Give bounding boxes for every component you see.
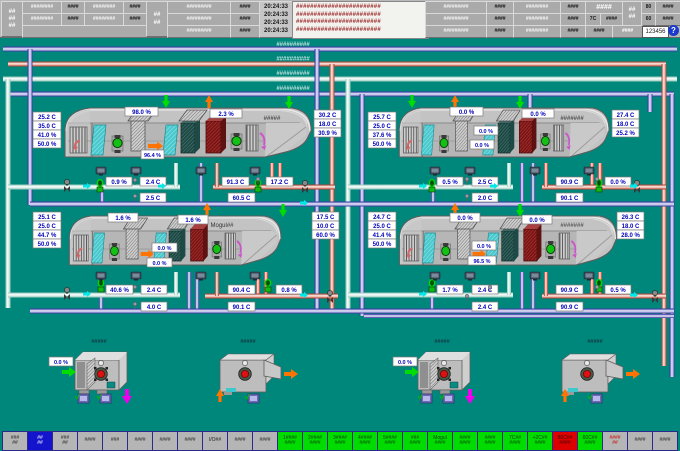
svg-text:1.6 %: 1.6 % bbox=[115, 216, 131, 222]
svg-text:41.0 %: 41.0 % bbox=[38, 133, 57, 139]
svg-text:0.0 %: 0.0 % bbox=[398, 360, 412, 366]
svg-text:0.5 %: 0.5 % bbox=[610, 288, 626, 294]
svg-text:0.0 %: 0.0 % bbox=[610, 180, 626, 186]
svg-text:0.0 %: 0.0 % bbox=[54, 360, 68, 366]
svg-text:18.0 C: 18.0 C bbox=[319, 122, 337, 128]
svg-text:Mogul##: Mogul## bbox=[210, 223, 234, 229]
svg-text:##########: ########## bbox=[276, 71, 310, 77]
svg-text:0.0 %: 0.0 % bbox=[152, 261, 166, 267]
svg-text:17.2 C: 17.2 C bbox=[271, 180, 289, 186]
svg-text:41.4 %: 41.4 % bbox=[373, 233, 392, 239]
svg-text:0.9 %: 0.9 % bbox=[111, 180, 127, 186]
svg-text:28.0 %: 28.0 % bbox=[621, 233, 640, 239]
svg-text:#####: ##### bbox=[264, 116, 281, 122]
svg-text:0.0 %: 0.0 % bbox=[529, 218, 545, 224]
svg-text:##########: ########## bbox=[276, 42, 310, 48]
svg-text:#######: ####### bbox=[560, 223, 584, 229]
svg-text:44.7 %: 44.7 % bbox=[38, 233, 57, 239]
svg-text:#####: ##### bbox=[434, 339, 450, 345]
svg-text:2.0 C: 2.0 C bbox=[478, 196, 493, 202]
svg-text:25.0 C: 25.0 C bbox=[373, 224, 391, 230]
svg-text:30.9 %: 30.9 % bbox=[318, 131, 337, 137]
svg-text:90.1 C: 90.1 C bbox=[233, 305, 251, 311]
svg-text:#####: ##### bbox=[240, 339, 256, 345]
svg-text:90.9 C: 90.9 C bbox=[561, 305, 579, 311]
svg-text:90.9 C: 90.9 C bbox=[561, 288, 579, 294]
svg-text:0.0 %: 0.0 % bbox=[477, 244, 491, 250]
svg-text:1.7 %: 1.7 % bbox=[442, 288, 458, 294]
svg-text:50.0 %: 50.0 % bbox=[38, 142, 57, 148]
svg-text:2.4 C: 2.4 C bbox=[147, 288, 162, 294]
svg-text:25.0 C: 25.0 C bbox=[38, 224, 56, 230]
svg-text:##########: ########## bbox=[276, 86, 310, 92]
svg-text:60.5 C: 60.5 C bbox=[233, 196, 251, 202]
svg-text:#####: ##### bbox=[587, 339, 603, 345]
svg-text:4.0 C: 4.0 C bbox=[147, 305, 162, 311]
svg-text:2.5 C: 2.5 C bbox=[146, 196, 161, 202]
svg-text:#####: ##### bbox=[91, 339, 107, 345]
svg-text:2.3 %: 2.3 % bbox=[218, 112, 234, 118]
svg-text:0.5 %: 0.5 % bbox=[442, 180, 458, 186]
svg-text:60.0 %: 60.0 % bbox=[316, 233, 335, 239]
svg-text:35.0 C: 35.0 C bbox=[38, 124, 56, 130]
svg-text:25.1 C: 25.1 C bbox=[38, 215, 56, 221]
svg-text:30.2 C: 30.2 C bbox=[319, 113, 337, 119]
svg-text:90.9 C: 90.9 C bbox=[561, 180, 579, 186]
svg-text:0.0 %: 0.0 % bbox=[530, 112, 546, 118]
svg-text:18.0 C: 18.0 C bbox=[617, 122, 635, 128]
svg-text:25.0 C: 25.0 C bbox=[373, 124, 391, 130]
svg-text:24.7 C: 24.7 C bbox=[373, 215, 391, 221]
svg-text:0.0 %: 0.0 % bbox=[475, 143, 489, 149]
svg-text:0.8 %: 0.8 % bbox=[281, 288, 297, 294]
svg-text:50.0 %: 50.0 % bbox=[373, 142, 392, 148]
svg-text:25.2 %: 25.2 % bbox=[616, 131, 635, 137]
svg-text:96.4 %: 96.4 % bbox=[144, 153, 161, 159]
svg-text:25.7 C: 25.7 C bbox=[373, 115, 391, 121]
svg-text:96.5 %: 96.5 % bbox=[473, 259, 490, 265]
svg-text:0.0 %: 0.0 % bbox=[479, 129, 493, 135]
svg-text:50.0 %: 50.0 % bbox=[38, 242, 57, 248]
svg-text:0.0 %: 0.0 % bbox=[457, 216, 473, 222]
svg-text:2.4 C: 2.4 C bbox=[478, 305, 493, 311]
svg-text:26.3 C: 26.3 C bbox=[622, 215, 640, 221]
svg-text:90.4 C: 90.4 C bbox=[233, 288, 251, 294]
svg-text:17.5 C: 17.5 C bbox=[317, 215, 335, 221]
svg-text:0.0 %: 0.0 % bbox=[157, 246, 171, 252]
svg-text:27.4 C: 27.4 C bbox=[617, 113, 635, 119]
svg-text:91.3 C: 91.3 C bbox=[227, 180, 245, 186]
svg-text:##########: ########## bbox=[276, 57, 310, 63]
svg-text:40.6 %: 40.6 % bbox=[110, 288, 129, 294]
svg-text:#######: ####### bbox=[560, 116, 584, 122]
svg-text:37.6 %: 37.6 % bbox=[373, 133, 392, 139]
svg-text:98.0 %: 98.0 % bbox=[132, 110, 151, 116]
svg-text:10.0 C: 10.0 C bbox=[317, 224, 335, 230]
svg-text:50.0 %: 50.0 % bbox=[373, 242, 392, 248]
svg-text:90.1 C: 90.1 C bbox=[561, 196, 579, 202]
svg-text:18.0 C: 18.0 C bbox=[622, 224, 640, 230]
svg-text:1.6 %: 1.6 % bbox=[185, 218, 201, 224]
svg-text:0.0 %: 0.0 % bbox=[459, 110, 475, 116]
svg-text:25.2 C: 25.2 C bbox=[38, 115, 56, 121]
